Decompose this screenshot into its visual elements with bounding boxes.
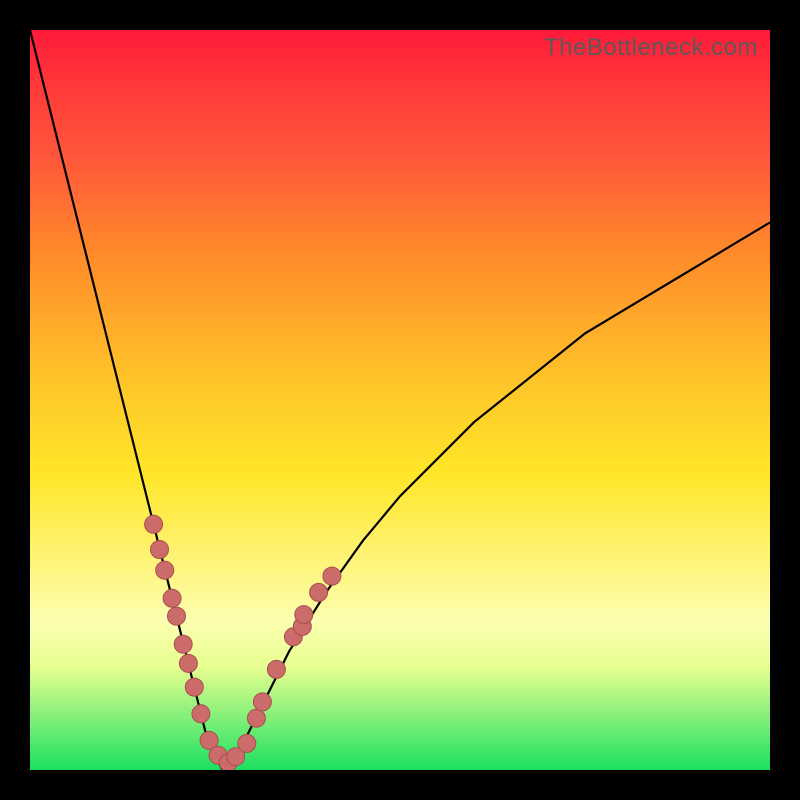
curve-marker: [192, 705, 210, 723]
plot-area: TheBottleneck.com: [30, 30, 770, 770]
bottleneck-curve: [30, 30, 770, 770]
curve-marker: [238, 734, 256, 752]
curve-marker: [151, 541, 169, 559]
curve-marker: [145, 515, 163, 533]
curve-marker: [253, 693, 271, 711]
curve-marker: [163, 589, 181, 607]
curve-marker: [156, 561, 174, 579]
chart-svg: [30, 30, 770, 770]
curve-marker: [168, 607, 186, 625]
curve-marker: [295, 606, 313, 624]
curve-marker: [310, 583, 328, 601]
curve-marker: [323, 567, 341, 585]
curve-marker: [267, 660, 285, 678]
curve-marker: [174, 635, 192, 653]
curve-marker: [247, 709, 265, 727]
curve-markers: [145, 515, 341, 770]
curve-marker: [185, 678, 203, 696]
chart-frame: TheBottleneck.com: [0, 0, 800, 800]
curve-marker: [179, 654, 197, 672]
